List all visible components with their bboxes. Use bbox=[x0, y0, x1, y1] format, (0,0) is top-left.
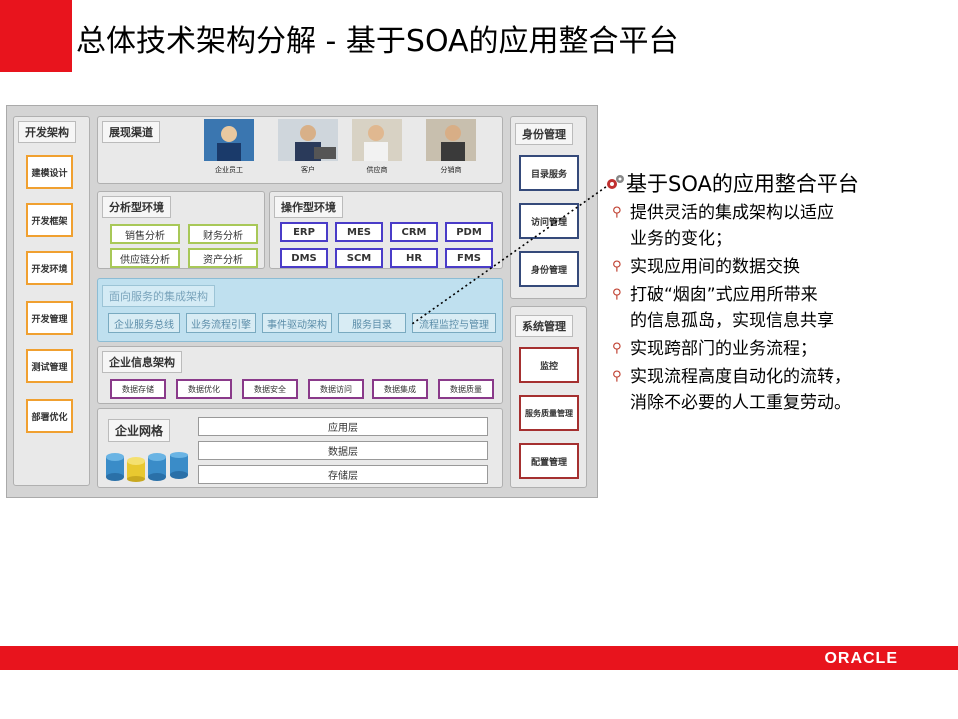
soa-item-bpm-engine: 业务流程引擎 bbox=[186, 313, 256, 333]
channel-title: 展现渠道 bbox=[102, 121, 160, 143]
gear-icon bbox=[607, 175, 624, 189]
soa-item-process-monitoring: 流程监控与管理 bbox=[412, 313, 496, 333]
sub-bullet: ⚲ 实现跨部门的业务流程； bbox=[604, 336, 954, 362]
sub-bullet-line: 实现流程高度自动化的流转， bbox=[630, 367, 851, 387]
system-item-config: 配置管理 bbox=[519, 443, 579, 479]
system-item-monitoring: 监控 bbox=[519, 347, 579, 383]
magnifier-bullet-icon: ⚲ bbox=[612, 341, 622, 356]
grid-panel: 企业网格 应用层 数据层 存储层 bbox=[97, 408, 503, 488]
operation-item-crm: CRM bbox=[390, 222, 438, 242]
supplier-caption: 供应商 bbox=[366, 166, 388, 174]
database-cylinder-icon bbox=[106, 452, 188, 482]
analysis-panel: 分析型环境 销售分析 财务分析 供应链分析 资产分析 bbox=[97, 191, 265, 269]
bullet-section: 基于SOA的应用整合平台 ⚲ 提供灵活的集成架构以适应 业务的变化； ⚲ 实现应用… bbox=[604, 168, 954, 416]
operation-item-pdm: PDM bbox=[445, 222, 493, 242]
analysis-item-sales: 销售分析 bbox=[110, 224, 180, 244]
grid-layer-data: 数据层 bbox=[198, 441, 488, 460]
system-panel: 系统管理 监控 服务质量管理 配置管理 bbox=[510, 306, 587, 488]
info-item-quality: 数据质量 bbox=[438, 379, 494, 399]
identity-item-identity: 身份管理 bbox=[519, 251, 579, 287]
info-item-optimization: 数据优化 bbox=[176, 379, 232, 399]
dev-item-management: 开发管理 bbox=[26, 301, 73, 335]
architecture-diagram: 开发架构 建模设计 开发框架 开发环境 开发管理 测试管理 部署优化 展现渠道 … bbox=[6, 105, 598, 498]
title-accent-block bbox=[0, 0, 72, 72]
operation-item-mes: MES bbox=[335, 222, 383, 242]
grid-layer-storage: 存储层 bbox=[198, 465, 488, 484]
analysis-item-finance: 财务分析 bbox=[188, 224, 258, 244]
customer-photo bbox=[278, 119, 338, 161]
sub-bullet-line: 实现应用间的数据交换 bbox=[630, 257, 800, 277]
distributor-photo bbox=[426, 119, 476, 161]
sub-bullet-line: 的信息孤岛，实现信息共享 bbox=[630, 311, 834, 331]
info-item-storage: 数据存储 bbox=[110, 379, 166, 399]
channel-panel: 展现渠道 企业员工 客户 供应商 分销商 bbox=[97, 116, 503, 184]
analysis-title: 分析型环境 bbox=[102, 196, 171, 218]
employee-photo bbox=[204, 119, 254, 161]
identity-panel: 身份管理 目录服务 访问管理 身份管理 bbox=[510, 116, 587, 299]
sub-bullet-line: 消除不必要的人工重复劳动。 bbox=[630, 393, 851, 413]
dev-item-deployment: 部署优化 bbox=[26, 399, 73, 433]
identity-title: 身份管理 bbox=[515, 123, 573, 145]
operation-item-hr: HR bbox=[390, 248, 438, 268]
slide-title: 总体技术架构分解 - 基于SOA的应用整合平台 bbox=[76, 24, 679, 59]
magnifier-bullet-icon: ⚲ bbox=[612, 287, 622, 302]
dev-arch-title: 开发架构 bbox=[18, 121, 76, 143]
soa-item-esb: 企业服务总线 bbox=[108, 313, 180, 333]
oracle-logo: ORACLE bbox=[824, 650, 898, 667]
analysis-item-assets: 资产分析 bbox=[188, 248, 258, 268]
grid-layer-application: 应用层 bbox=[198, 417, 488, 436]
info-item-access: 数据访问 bbox=[308, 379, 364, 399]
employee-caption: 企业员工 bbox=[215, 166, 243, 174]
info-arch-title: 企业信息架构 bbox=[102, 351, 182, 373]
main-bullet-text: 基于SOA的应用整合平台 bbox=[626, 172, 859, 196]
operation-item-scm: SCM bbox=[335, 248, 383, 268]
magnifier-bullet-icon: ⚲ bbox=[612, 369, 622, 384]
info-item-integration: 数据集成 bbox=[372, 379, 428, 399]
supplier-photo bbox=[352, 119, 402, 161]
main-bullet: 基于SOA的应用整合平台 bbox=[604, 168, 954, 198]
sub-bullet: ⚲ 实现流程高度自动化的流转， 消除不必要的人工重复劳动。 bbox=[604, 364, 954, 416]
operation-panel: 操作型环境 ERP MES CRM PDM DMS SCM HR FMS bbox=[269, 191, 503, 269]
system-title: 系统管理 bbox=[515, 315, 573, 337]
sub-bullet: ⚲ 提供灵活的集成架构以适应 业务的变化； bbox=[604, 200, 954, 252]
dev-item-framework: 开发框架 bbox=[26, 203, 73, 237]
operation-item-dms: DMS bbox=[280, 248, 328, 268]
info-arch-panel: 企业信息架构 数据存储 数据优化 数据安全 数据访问 数据集成 数据质量 bbox=[97, 346, 503, 404]
sub-bullet: ⚲ 实现应用间的数据交换 bbox=[604, 254, 954, 280]
operation-item-erp: ERP bbox=[280, 222, 328, 242]
dev-item-environment: 开发环境 bbox=[26, 251, 73, 285]
soa-item-eda: 事件驱动架构 bbox=[262, 313, 332, 333]
footer-bar bbox=[0, 646, 958, 670]
soa-item-service-registry: 服务目录 bbox=[338, 313, 406, 333]
soa-panel: 面向服务的集成架构 企业服务总线 业务流程引擎 事件驱动架构 服务目录 流程监控… bbox=[97, 278, 503, 342]
dev-item-testing: 测试管理 bbox=[26, 349, 73, 383]
magnifier-bullet-icon: ⚲ bbox=[612, 259, 622, 274]
operation-title: 操作型环境 bbox=[274, 196, 343, 218]
system-item-qos: 服务质量管理 bbox=[519, 395, 579, 431]
sub-bullet-line: 业务的变化； bbox=[630, 229, 732, 249]
grid-title: 企业网格 bbox=[108, 419, 171, 442]
dev-arch-panel: 开发架构 建模设计 开发框架 开发环境 开发管理 测试管理 部署优化 bbox=[13, 116, 90, 486]
soa-title: 面向服务的集成架构 bbox=[102, 285, 215, 307]
distributor-caption: 分销商 bbox=[440, 166, 462, 174]
identity-item-access: 访问管理 bbox=[519, 203, 579, 239]
sub-bullet-line: 实现跨部门的业务流程； bbox=[630, 339, 817, 359]
dev-item-modeling: 建模设计 bbox=[26, 155, 73, 189]
sub-bullet-line: 打破“烟囱”式应用所带来 bbox=[630, 285, 818, 305]
customer-caption: 客户 bbox=[301, 166, 315, 174]
identity-item-directory: 目录服务 bbox=[519, 155, 579, 191]
operation-item-fms: FMS bbox=[445, 248, 493, 268]
magnifier-bullet-icon: ⚲ bbox=[612, 205, 622, 220]
analysis-item-supply-chain: 供应链分析 bbox=[110, 248, 180, 268]
sub-bullet: ⚲ 打破“烟囱”式应用所带来 的信息孤岛，实现信息共享 bbox=[604, 282, 954, 334]
sub-bullet-line: 提供灵活的集成架构以适应 bbox=[630, 203, 834, 223]
info-item-security: 数据安全 bbox=[242, 379, 298, 399]
